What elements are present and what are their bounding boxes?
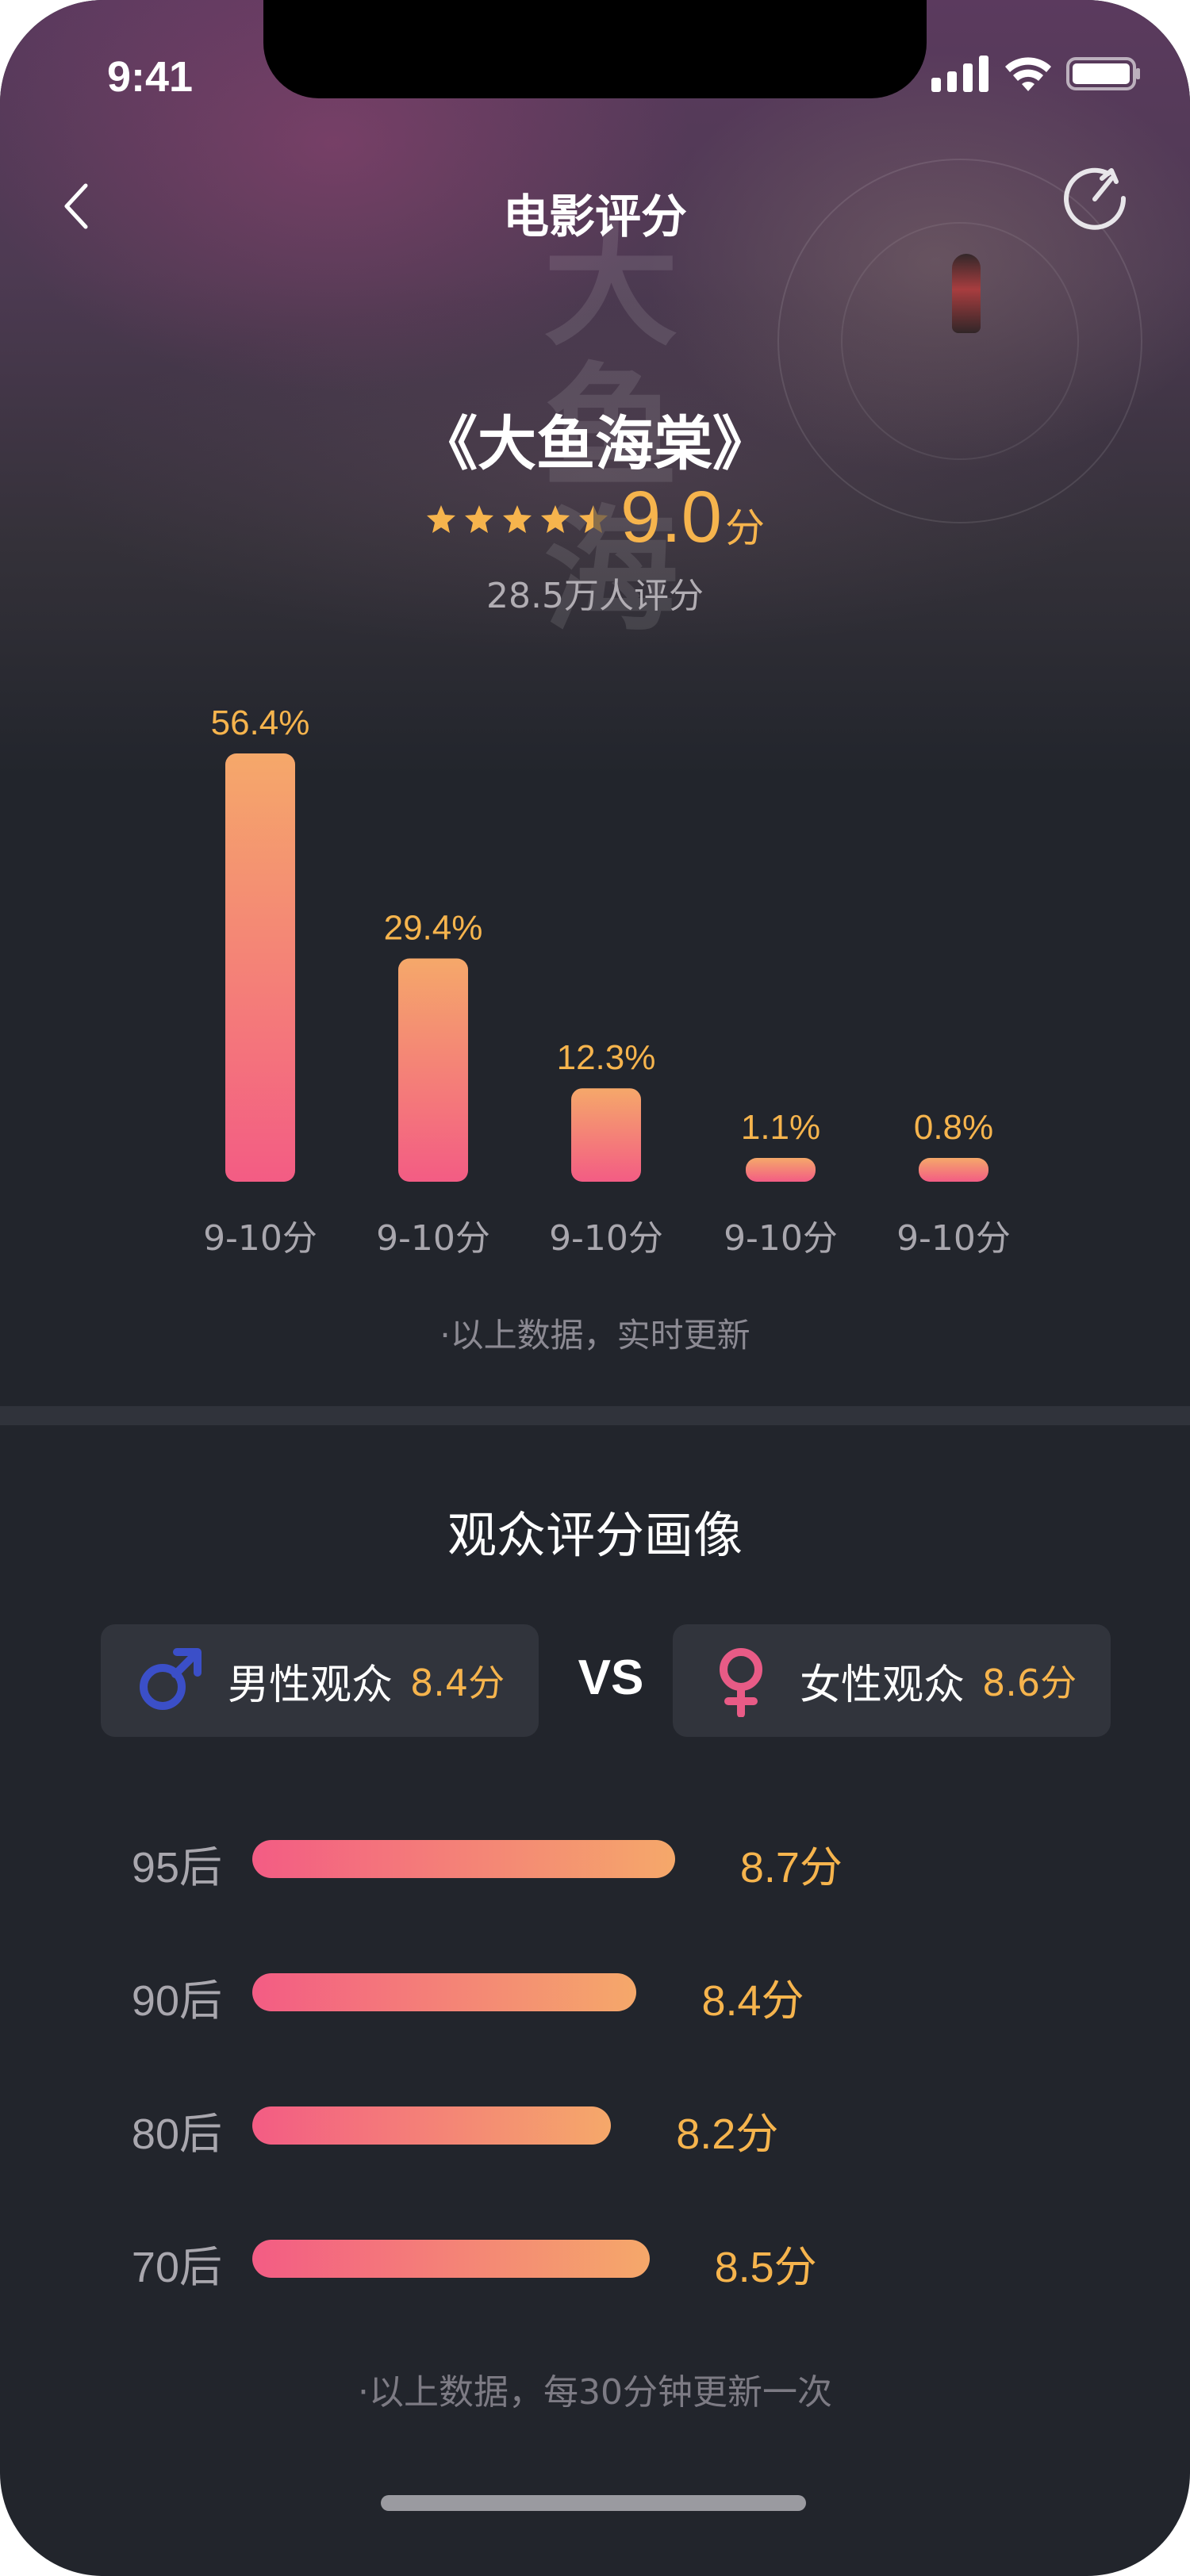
age-group-bar (252, 2240, 650, 2278)
age-group-label: 90后 (131, 1977, 222, 2025)
chart-bar (225, 753, 295, 1182)
age-group-score: 8.2分 (676, 2110, 779, 2158)
rating-summary: 9.0 分 (0, 476, 1190, 563)
age-group-score: 8.7分 (739, 1844, 843, 1892)
chart-footnote: ·以上数据，实时更新 (440, 1316, 750, 1355)
age-group-row: 95后 8.7分 (0, 1816, 1190, 1896)
star-icon (427, 505, 456, 533)
vs-label: VS (578, 1650, 644, 1705)
chart-bar (398, 958, 468, 1182)
phone-screen: 大鱼海 9:41 电影评分 《大鱼海棠》 9.0 分 28.5万人评分 56.4… (0, 0, 1190, 2576)
age-group-bar (252, 1840, 675, 1878)
rating-score: 9.0 (620, 477, 722, 558)
age-group-score: 8.4分 (701, 1977, 804, 2025)
age-group-score: 8.5分 (714, 2244, 817, 2291)
age-group-bar (252, 1973, 637, 2011)
rating-score-unit: 分 (724, 505, 765, 551)
chart-category-label: 9-10分 (896, 1218, 1011, 1259)
chart-bar (571, 1088, 641, 1182)
chart-value-label: 0.8% (914, 1108, 993, 1147)
star-icon (465, 505, 494, 533)
cellular-signal-icon (931, 56, 988, 92)
share-icon (1064, 167, 1127, 230)
audience-section-title: 观众评分画像 (447, 1506, 743, 1564)
audience-footnote: ·以上数据，每30分钟更新一次 (358, 2372, 832, 2413)
star-rating (425, 504, 609, 535)
age-group-row: 80后 8.2分 (0, 2083, 1190, 2162)
age-group-row: 70后 8.5分 (0, 2216, 1190, 2295)
chart-category-label: 9-10分 (724, 1218, 838, 1259)
poster-figure-decoration (952, 254, 981, 333)
wifi-icon (1005, 57, 1051, 91)
rating-count: 28.5万人评分 (486, 576, 704, 616)
age-group-label: 95后 (131, 1844, 222, 1892)
female-audience-label: 女性观众 (800, 1661, 965, 1709)
star-icon (541, 505, 570, 533)
star-icon (503, 505, 532, 533)
device-notch (263, 0, 927, 98)
female-audience-card[interactable]: 女性观众 8.6分 (673, 1624, 1111, 1737)
page-title: 电影评分 (502, 190, 687, 243)
chart-value-label: 12.3% (557, 1038, 656, 1077)
star-icon (579, 505, 608, 533)
status-icons (928, 51, 1142, 95)
male-audience-label: 男性观众 (228, 1661, 393, 1709)
chart-bar (746, 1158, 816, 1182)
male-audience-score: 8.4分 (410, 1662, 505, 1704)
section-divider (0, 1406, 1190, 1425)
male-symbol-icon (140, 1648, 202, 1710)
female-symbol-icon (720, 1648, 762, 1717)
status-time: 9:41 (107, 53, 194, 101)
chart-category-label: 9-10分 (549, 1218, 663, 1259)
age-group-label: 80后 (131, 2110, 222, 2158)
chart-category-label: 9-10分 (203, 1218, 317, 1259)
battery-icon (1066, 57, 1140, 90)
movie-title: 《大鱼海棠》 (419, 410, 771, 478)
home-indicator[interactable] (381, 2495, 806, 2511)
age-group-row: 90后 8.4分 (0, 1949, 1190, 2029)
chart-bar (919, 1158, 988, 1182)
chart-value-label: 56.4% (211, 703, 310, 742)
share-button[interactable] (1059, 163, 1130, 234)
chart-value-label: 29.4% (384, 909, 483, 948)
chart-value-label: 1.1% (741, 1108, 820, 1147)
chart-category-label: 9-10分 (376, 1218, 490, 1259)
age-group-label: 70后 (131, 2244, 222, 2291)
score-distribution-chart: 56.4% 9-10分 29.4% 9-10分 12.3% 9-10分 1.1% 9-10分 0… (203, 703, 1011, 1259)
female-audience-score: 8.6分 (982, 1662, 1077, 1704)
male-audience-card[interactable]: 男性观众 8.4分 (101, 1624, 539, 1737)
age-group-bar (252, 2106, 612, 2145)
